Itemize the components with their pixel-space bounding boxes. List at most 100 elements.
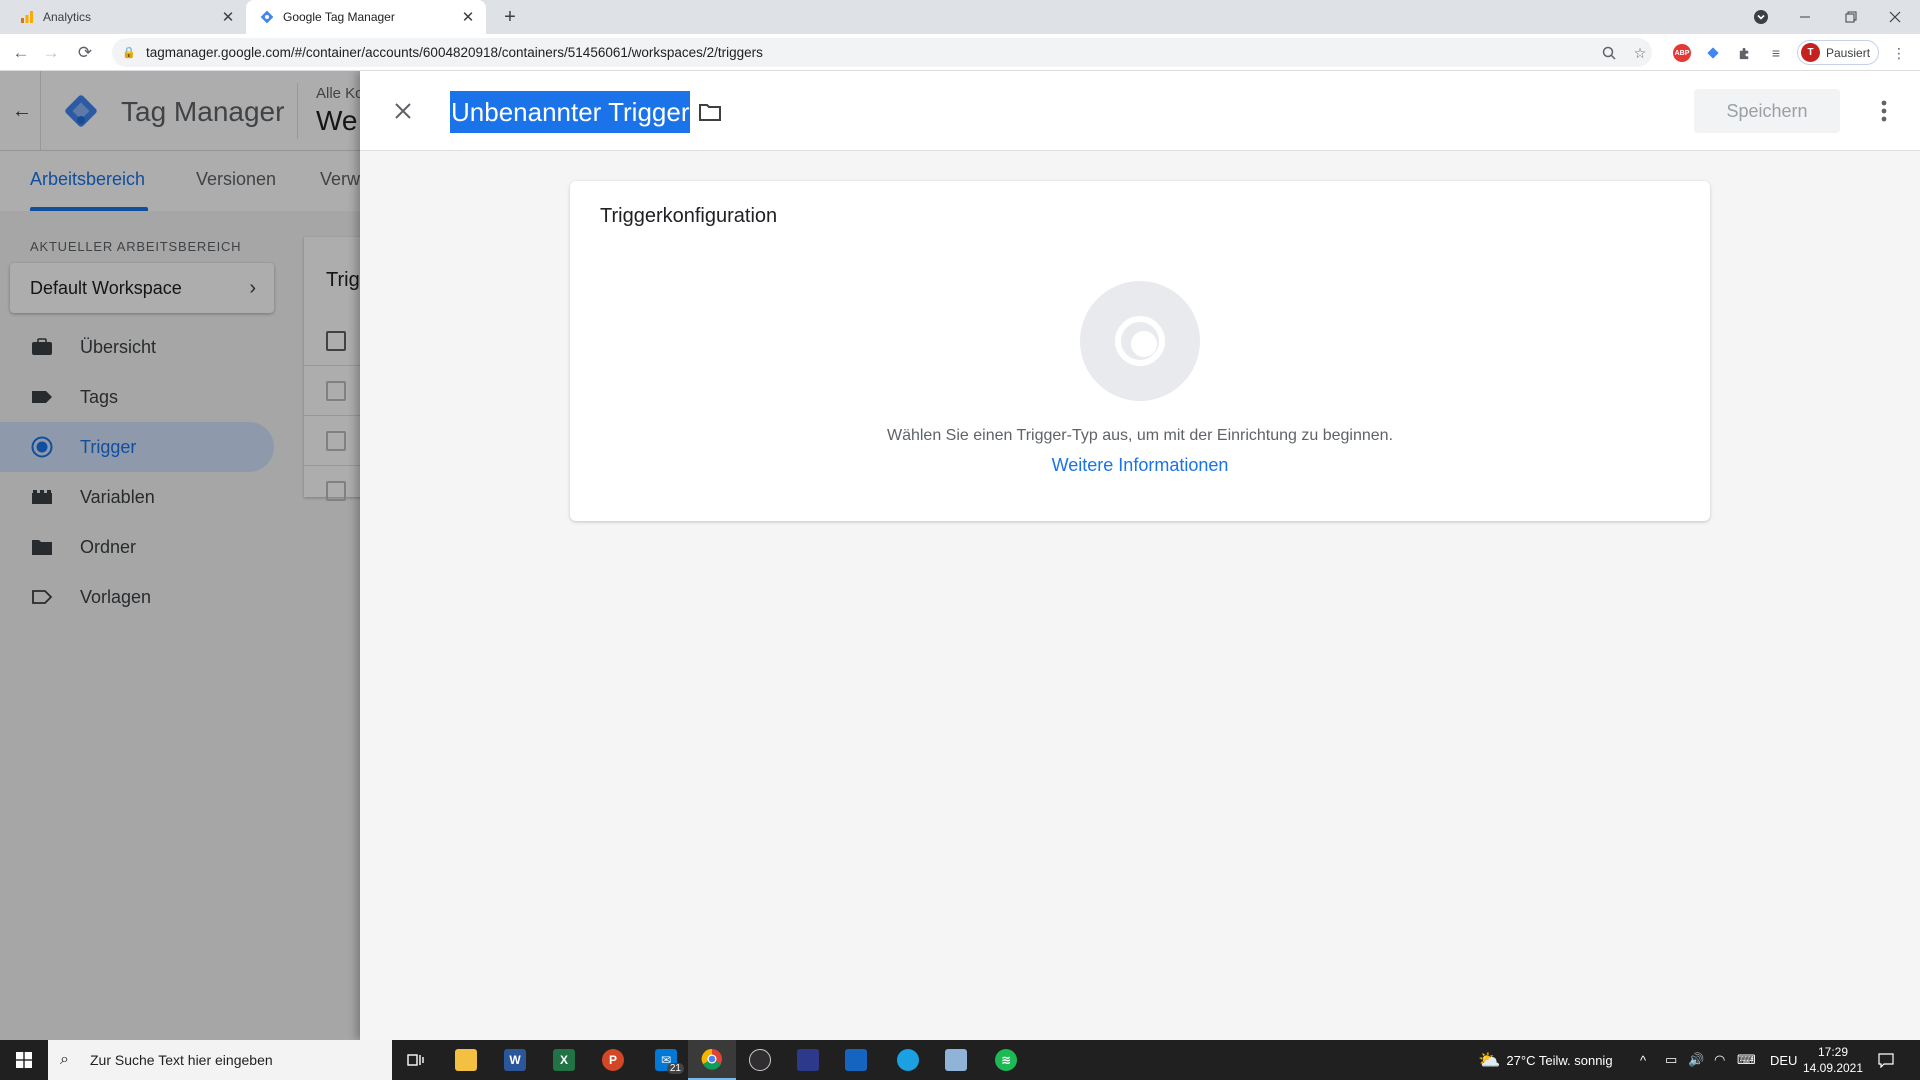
app-icon: [845, 1049, 867, 1071]
url-text: tagmanager.google.com/#/container/accoun…: [146, 45, 763, 60]
minimize-icon: [1800, 16, 1810, 18]
bookmark-star-icon[interactable]: ☆: [1628, 41, 1652, 65]
folder-icon: [699, 104, 721, 121]
new-tab-button[interactable]: +: [498, 5, 522, 29]
browser-menu-icon[interactable]: ⋮: [1887, 41, 1911, 65]
tag-assistant-extension-icon[interactable]: [1701, 41, 1725, 65]
taskbar-powerpoint[interactable]: P: [589, 1040, 637, 1080]
language-indicator[interactable]: DEU: [1770, 1040, 1797, 1080]
taskbar-notepad[interactable]: [932, 1040, 980, 1080]
clock[interactable]: 17:29 14.09.2021: [1796, 1044, 1870, 1076]
file-explorer-icon: [455, 1049, 477, 1071]
notifications-button[interactable]: [1878, 1040, 1894, 1080]
browser-toolbar: ← → ⟳ 🔒 tagmanager.google.com/#/containe…: [0, 34, 1920, 71]
choose-trigger-type-button[interactable]: [1080, 281, 1200, 401]
mail-badge: 21: [666, 1063, 684, 1074]
gtm-icon: [260, 10, 274, 24]
trigger-name-input[interactable]: Unbenannter Trigger: [450, 91, 691, 133]
close-tab-icon[interactable]: ✕: [458, 7, 478, 27]
taskbar-word[interactable]: W: [491, 1040, 539, 1080]
lock-icon: 🔒: [122, 47, 136, 59]
tab-search-button[interactable]: [1740, 0, 1782, 34]
zoom-icon[interactable]: [1597, 41, 1621, 65]
weather-widget[interactable]: ⛅ 27°C Teilw. sonnig: [1478, 1040, 1613, 1080]
taskbar-chrome[interactable]: [688, 1040, 736, 1080]
taskbar-mail[interactable]: ✉ 21: [642, 1040, 690, 1080]
taskbar-file-explorer[interactable]: [442, 1040, 490, 1080]
search-placeholder: Zur Suche Text hier eingeben: [90, 1052, 273, 1068]
meet-now-icon[interactable]: ▭: [1665, 1040, 1677, 1080]
weather-sun-cloud-icon: ⛅: [1478, 1049, 1501, 1070]
tab-google-tag-manager[interactable]: Google Tag Manager ✕: [246, 0, 486, 34]
keyboard-icon[interactable]: ⌨: [1737, 1040, 1756, 1080]
modal-scrim[interactable]: [0, 71, 360, 1040]
powerpoint-icon: P: [602, 1049, 624, 1071]
tab-search-icon: [1754, 10, 1768, 24]
taskbar-app[interactable]: [784, 1040, 832, 1080]
panel-header: Unbenannter Trigger Speichern: [360, 71, 1920, 151]
close-panel-button[interactable]: [389, 97, 417, 125]
task-view-button[interactable]: [392, 1040, 440, 1080]
taskbar-spotify[interactable]: ≋: [982, 1040, 1030, 1080]
tab-title: Google Tag Manager: [283, 10, 395, 24]
panel-body: Triggerkonfiguration Wählen Sie einen Tr…: [360, 151, 1920, 1040]
restore-icon: [1845, 11, 1857, 23]
folder-button[interactable]: [696, 98, 724, 126]
more-options-button[interactable]: [1870, 95, 1898, 127]
tray-overflow-icon[interactable]: ^: [1640, 1040, 1646, 1080]
taskbar-obs[interactable]: [736, 1040, 784, 1080]
adblock-extension-icon[interactable]: ABP: [1673, 44, 1691, 62]
excel-icon: X: [553, 1049, 575, 1071]
forward-button[interactable]: →: [38, 40, 64, 66]
close-tab-icon[interactable]: ✕: [218, 7, 238, 27]
volume-icon[interactable]: 🔊: [1688, 1040, 1704, 1080]
trigger-editor-panel: Unbenannter Trigger Speichern Triggerkon…: [360, 71, 1920, 1040]
app-icon: [797, 1049, 819, 1071]
windows-taskbar: ⌕ Zur Suche Text hier eingeben W X P ✉ 2…: [0, 1040, 1920, 1080]
time: 17:29: [1817, 1045, 1849, 1059]
save-button[interactable]: Speichern: [1694, 89, 1840, 133]
reload-button[interactable]: ⟳: [72, 40, 98, 66]
close-window-icon: [1889, 11, 1901, 23]
network-icon[interactable]: ◠: [1714, 1040, 1725, 1080]
profile-status: Pausiert: [1826, 45, 1871, 60]
tab-title: Analytics: [43, 10, 92, 24]
edge-icon: [897, 1049, 919, 1071]
address-bar[interactable]: 🔒 tagmanager.google.com/#/container/acco…: [112, 38, 1652, 67]
trigger-type-icon: [1115, 316, 1165, 366]
browser-tab-strip: Analytics ✕ Google Tag Manager ✕ +: [0, 0, 1920, 34]
extensions-puzzle-icon[interactable]: [1732, 41, 1756, 65]
more-vert-icon: [1881, 100, 1887, 122]
more-info-link[interactable]: Weitere Informationen: [570, 455, 1710, 476]
back-button[interactable]: ←: [8, 40, 34, 66]
notification-icon: [1878, 1053, 1894, 1068]
chrome-icon: [701, 1048, 722, 1070]
avatar: T: [1801, 43, 1820, 62]
reading-list-icon[interactable]: ≡: [1764, 41, 1788, 65]
profile-button[interactable]: T Pausiert: [1797, 40, 1879, 65]
task-view-icon: [407, 1054, 424, 1066]
close-window-button[interactable]: [1874, 0, 1916, 34]
start-button[interactable]: [0, 1040, 48, 1080]
trigger-configuration-card[interactable]: Triggerkonfiguration Wählen Sie einen Tr…: [570, 181, 1710, 521]
gtm-app: ← Tag Manager Alle Ko We Arbeitsbereich …: [0, 71, 1920, 1040]
obs-icon: [749, 1049, 771, 1071]
close-icon: [395, 103, 411, 119]
word-icon: W: [504, 1049, 526, 1071]
windows-logo-icon: [16, 1052, 32, 1068]
restore-button[interactable]: [1830, 0, 1872, 34]
minimize-button[interactable]: [1784, 0, 1826, 34]
taskbar-edge[interactable]: [884, 1040, 932, 1080]
search-icon: ⌕: [60, 1051, 69, 1068]
notepad-icon: [945, 1049, 967, 1071]
spotify-icon: ≋: [995, 1049, 1017, 1071]
taskbar-search-input[interactable]: ⌕ Zur Suche Text hier eingeben: [48, 1040, 392, 1080]
config-hint-text: Wählen Sie einen Trigger-Typ aus, um mit…: [886, 427, 1394, 444]
analytics-icon: [21, 11, 33, 23]
weather-text: 27°C Teilw. sonnig: [1506, 1052, 1613, 1068]
tab-analytics[interactable]: Analytics ✕: [0, 0, 246, 34]
card-title: Triggerkonfiguration: [600, 205, 778, 227]
taskbar-excel[interactable]: X: [540, 1040, 588, 1080]
taskbar-app[interactable]: [832, 1040, 880, 1080]
date: 14.09.2021: [1802, 1061, 1864, 1075]
